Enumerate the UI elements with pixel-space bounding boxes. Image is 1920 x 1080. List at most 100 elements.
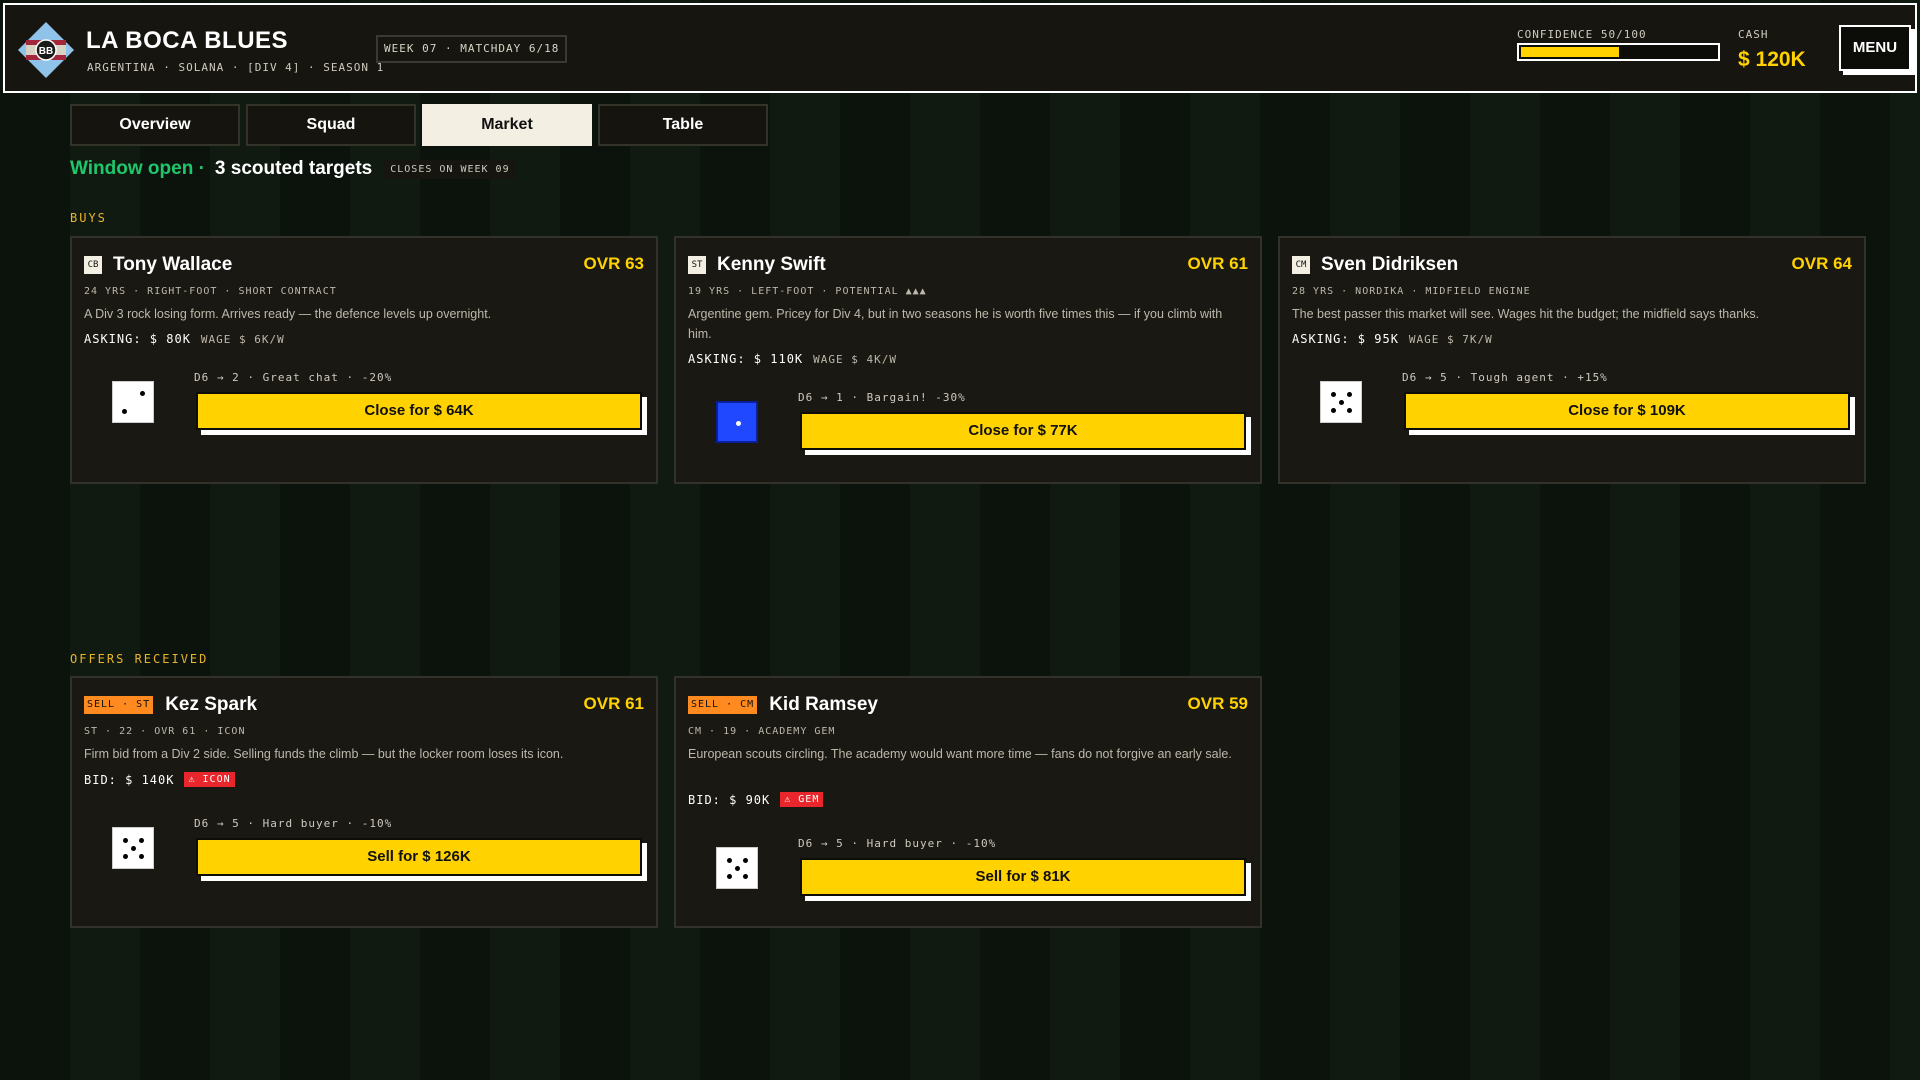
- die-pip: [140, 391, 145, 396]
- card-header: CM Sven Didriksen: [1292, 254, 1458, 276]
- die-pip: [743, 858, 748, 863]
- menu-button[interactable]: MENU: [1839, 25, 1911, 71]
- player-description: Argentine gem. Pricey for Div 4, but in …: [688, 307, 1223, 341]
- close-deal-button[interactable]: Close for $ 77K: [800, 412, 1246, 450]
- die-pip: [139, 854, 144, 859]
- die-pip: [122, 409, 127, 414]
- price-row: ASKING: $ 95K WAGE $ 7K/W: [1292, 332, 1493, 346]
- close-deal-button[interactable]: Close for $ 109K: [1404, 392, 1850, 430]
- tab-overview[interactable]: Overview: [70, 104, 240, 146]
- player-description: The best passer this market will see. Wa…: [1292, 307, 1760, 321]
- die-pip: [1347, 408, 1352, 413]
- club-crest-icon: BB: [18, 22, 74, 78]
- cash-label: CASH: [1738, 28, 1769, 41]
- dice-icon: [112, 827, 154, 869]
- die-pip: [1331, 408, 1336, 413]
- die-pip: [123, 854, 128, 859]
- close-deal-button[interactable]: Close for $ 64K: [196, 392, 642, 430]
- offer-card: SELL · CM Kid Ramsey OVR 59 CM · 19 · AC…: [674, 676, 1262, 928]
- offers-section-label: OFFERS RECEIVED: [70, 652, 209, 666]
- confidence-bar: [1517, 43, 1720, 61]
- roll-result: D6 → 1 · Bargain! -30%: [798, 391, 966, 404]
- offer-card: SELL · ST Kez Spark OVR 61 ST · 22 · OVR…: [70, 676, 658, 928]
- buys-section-label: BUYS: [70, 211, 107, 225]
- buy-card: CB Tony Wallace OVR 63 24 YRS · RIGHT-FO…: [70, 236, 658, 484]
- asking-price: ASKING: $ 110K: [688, 352, 804, 366]
- die-pip: [1347, 392, 1352, 397]
- price-row: ASKING: $ 80K WAGE $ 6K/W: [84, 332, 285, 346]
- die-pip: [123, 838, 128, 843]
- warning-badge: ⚠ ICON: [184, 772, 235, 787]
- window-open-label: Window open ·: [70, 158, 205, 179]
- wage: WAGE $ 4K/W: [813, 352, 898, 366]
- tab-table[interactable]: Table: [598, 104, 768, 146]
- tab-squad[interactable]: Squad: [246, 104, 416, 146]
- dice-icon: [112, 381, 154, 423]
- dice-icon: [1320, 381, 1362, 423]
- sell-button[interactable]: Sell for $ 126K: [196, 838, 642, 876]
- bid-row: BID: $ 140K ⚠ ICON: [84, 772, 235, 787]
- position-badge: CB: [84, 256, 102, 274]
- tab-bar: Overview Squad Market Table: [70, 104, 768, 146]
- roll-result: D6 → 5 · Tough agent · +15%: [1402, 371, 1608, 384]
- player-meta: 24 YRS · RIGHT-FOOT · SHORT CONTRACT: [84, 286, 337, 297]
- confidence-bar-fill: [1521, 47, 1619, 57]
- die-pip: [736, 421, 741, 426]
- die-pip: [139, 838, 144, 843]
- dice-icon: [716, 401, 758, 443]
- player-name: Tony Wallace: [113, 254, 233, 275]
- market-status: Window open · 3 scouted targets CLOSES O…: [70, 158, 516, 180]
- player-name: Kenny Swift: [717, 254, 826, 275]
- player-name: Kid Ramsey: [769, 694, 878, 715]
- player-ovr: OVR 59: [1187, 694, 1248, 713]
- die-pip: [131, 846, 136, 851]
- asking-price: ASKING: $ 80K: [84, 332, 191, 346]
- card-header: ST Kenny Swift: [688, 254, 826, 276]
- week-indicator: WEEK 07 · MATCHDAY 6/18: [376, 35, 568, 63]
- buy-card: ST Kenny Swift OVR 61 19 YRS · LEFT-FOOT…: [674, 236, 1262, 484]
- tab-market[interactable]: Market: [422, 104, 592, 146]
- club-name: LA BOCA BLUES: [86, 27, 289, 54]
- player-meta: CM · 19 · ACADEMY GEM: [688, 726, 836, 737]
- player-meta: ST · 22 · OVR 61 · ICON: [84, 726, 246, 737]
- sell-badge: SELL · CM: [688, 696, 758, 714]
- position-badge: CM: [1292, 256, 1310, 274]
- die-pip: [727, 858, 732, 863]
- warning-badge: ⚠ GEM: [780, 792, 824, 807]
- player-meta: 28 YRS · NORDIKA · MIDFIELD ENGINE: [1292, 286, 1531, 297]
- card-header: SELL · ST Kez Spark: [84, 694, 257, 716]
- player-meta: 19 YRS · LEFT-FOOT · POTENTIAL ▲▲▲: [688, 286, 927, 297]
- card-header: CB Tony Wallace: [84, 254, 232, 276]
- sell-button[interactable]: Sell for $ 81K: [800, 858, 1246, 896]
- cash-value: $ 120K: [1738, 48, 1806, 71]
- window-close-badge: CLOSES ON WEEK 09: [384, 159, 516, 179]
- player-ovr: OVR 61: [1187, 254, 1248, 273]
- position-badge: ST: [688, 256, 706, 274]
- confidence-label: CONFIDENCE 50/100: [1517, 28, 1647, 41]
- die-pip: [1339, 400, 1344, 405]
- scouted-count: 3 scouted targets: [214, 158, 373, 179]
- club-subtitle: ARGENTINA · SOLANA · [DIV 4] · SEASON 1: [87, 61, 385, 74]
- player-name: Kez Spark: [165, 694, 258, 715]
- die-pip: [735, 866, 740, 871]
- wage: WAGE $ 7K/W: [1408, 332, 1493, 346]
- asking-price: ASKING: $ 95K: [1292, 332, 1399, 346]
- sell-badge: SELL · ST: [84, 696, 154, 714]
- buy-card: CM Sven Didriksen OVR 64 28 YRS · NORDIK…: [1278, 236, 1866, 484]
- player-description: Firm bid from a Div 2 side. Selling fund…: [84, 747, 564, 761]
- price-row: ASKING: $ 110K WAGE $ 4K/W: [688, 352, 897, 366]
- player-ovr: OVR 61: [583, 694, 644, 713]
- roll-result: D6 → 2 · Great chat · -20%: [194, 371, 393, 384]
- player-description: A Div 3 rock losing form. Arrives ready …: [84, 307, 492, 321]
- wage: WAGE $ 6K/W: [200, 332, 285, 346]
- roll-result: D6 → 5 · Hard buyer · -10%: [194, 817, 393, 830]
- player-description: European scouts circling. The academy wo…: [688, 747, 1232, 761]
- card-header: SELL · CM Kid Ramsey: [688, 694, 878, 716]
- player-name: Sven Didriksen: [1321, 254, 1459, 275]
- top-bar: BB LA BOCA BLUES ARGENTINA · SOLANA · [D…: [3, 3, 1917, 93]
- bid-row: BID: $ 90K ⚠ GEM: [688, 792, 824, 807]
- player-ovr: OVR 64: [1791, 254, 1852, 273]
- bid-amount: BID: $ 140K: [84, 772, 175, 787]
- roll-result: D6 → 5 · Hard buyer · -10%: [798, 837, 997, 850]
- die-pip: [727, 874, 732, 879]
